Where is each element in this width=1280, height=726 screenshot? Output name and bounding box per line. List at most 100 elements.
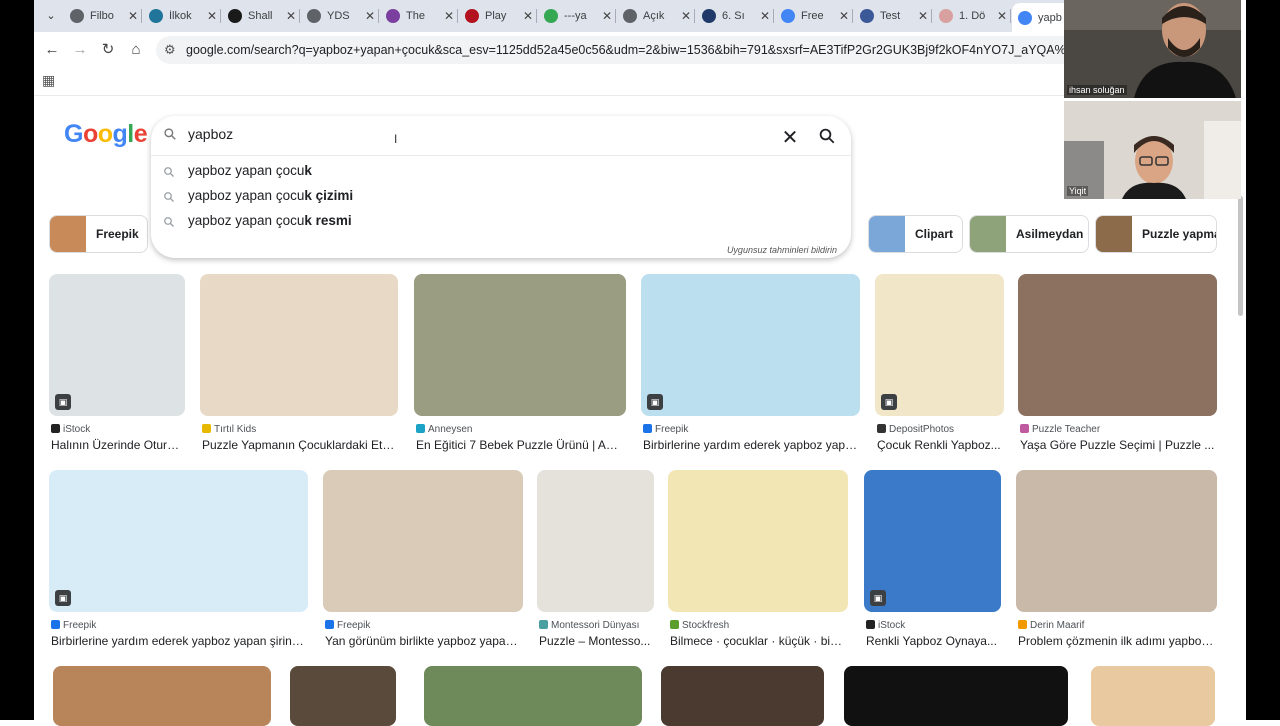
tab-close-icon[interactable]: ✕ xyxy=(916,9,930,23)
result-title[interactable]: Çocuk Renkli Yapboz... xyxy=(877,438,1002,452)
image-result[interactable]: Anneysen En Eğitici 7 Bebek Puzzle Ürünü … xyxy=(414,274,626,452)
search-suggestion[interactable]: yapboz yapan çocuk xyxy=(151,160,851,184)
search-submit-icon[interactable] xyxy=(818,127,836,145)
report-predictions-link[interactable]: Uygunsuz tahminleri bildirin xyxy=(727,245,837,255)
image-result[interactable] xyxy=(1091,666,1215,726)
result-source[interactable]: Freepik xyxy=(325,620,370,631)
filter-chip[interactable]: Asilmeydan xyxy=(969,215,1089,253)
result-title[interactable]: Birbirlerine yardım ederek yapboz yapa..… xyxy=(643,438,858,452)
image-result[interactable]: Derin Maarif Problem çözmenin ilk adımı y… xyxy=(1016,470,1217,648)
google-logo[interactable]: Google xyxy=(64,120,148,149)
tab-close-icon[interactable]: ✕ xyxy=(442,9,456,23)
result-thumbnail[interactable] xyxy=(424,666,642,726)
address-bar[interactable]: ⚙ google.com/search?q=yapboz+yapan+çocuk… xyxy=(156,36,1076,64)
image-result[interactable]: Montessori Dünyası Puzzle – Montesso... xyxy=(537,470,654,648)
image-result[interactable]: Tırtıl Kids Puzzle Yapmanın Çocuklardaki … xyxy=(200,274,398,452)
result-thumbnail[interactable] xyxy=(1018,274,1217,416)
image-result[interactable]: Puzzle Teacher Yaşa Göre Puzzle Seçimi | … xyxy=(1018,274,1217,452)
tab-close-icon[interactable]: ✕ xyxy=(126,9,140,23)
filter-chip[interactable]: Puzzle yapman xyxy=(1095,215,1217,253)
browser-tab[interactable]: İlkok ✕ xyxy=(143,4,221,28)
scrollbar-thumb[interactable] xyxy=(1238,196,1243,316)
tab-close-icon[interactable]: ✕ xyxy=(837,9,851,23)
result-thumbnail[interactable] xyxy=(290,666,396,726)
browser-tab[interactable]: Play ✕ xyxy=(459,4,537,28)
filter-chip[interactable]: Clipart xyxy=(868,215,963,253)
apps-grid-icon[interactable]: ▦ xyxy=(42,72,55,89)
tab-close-icon[interactable]: ✕ xyxy=(205,9,219,23)
result-thumbnail[interactable] xyxy=(641,274,860,416)
browser-tab[interactable]: Free ✕ xyxy=(775,4,853,28)
result-thumbnail[interactable] xyxy=(537,470,654,612)
tab-close-icon[interactable]: ✕ xyxy=(363,9,377,23)
browser-tab[interactable]: Filbo ✕ xyxy=(64,4,142,28)
result-thumbnail[interactable] xyxy=(668,470,848,612)
result-thumbnail[interactable] xyxy=(323,470,523,612)
result-title[interactable]: Bilmece · çocuklar · küçük · bir ... xyxy=(670,634,846,648)
tab-search-chevron-icon[interactable]: ⌄ xyxy=(42,7,60,25)
browser-tab[interactable]: 1. Dö ✕ xyxy=(933,4,1011,28)
image-result[interactable] xyxy=(844,666,1068,726)
result-title[interactable]: En Eğitici 7 Bebek Puzzle Ürünü | Ann... xyxy=(416,438,624,452)
result-source[interactable]: iStock xyxy=(866,620,905,631)
tab-close-icon[interactable]: ✕ xyxy=(600,9,614,23)
search-input[interactable] xyxy=(188,126,748,142)
result-title[interactable]: Renkli Yapboz Oynaya... xyxy=(866,634,999,648)
forward-arrow-icon[interactable]: → xyxy=(70,40,90,60)
result-title[interactable]: Problem çözmenin ilk adımı yapboz... xyxy=(1018,634,1215,648)
result-thumbnail[interactable] xyxy=(49,470,308,612)
browser-tab[interactable]: Test ✕ xyxy=(854,4,932,28)
result-thumbnail[interactable] xyxy=(414,274,626,416)
result-source[interactable]: DepositPhotos xyxy=(877,424,954,435)
tab-close-icon[interactable]: ✕ xyxy=(521,9,535,23)
image-result[interactable]: ▣ Freepik Birbirlerine yardım ederek yapbo… xyxy=(49,470,308,648)
browser-tab[interactable]: 6. Sı ✕ xyxy=(696,4,774,28)
result-source[interactable]: Tırtıl Kids xyxy=(202,424,256,435)
image-result[interactable]: ▣ iStock Renkli Yapboz Oynaya... xyxy=(864,470,1001,648)
clear-search-icon[interactable]: ✕ xyxy=(779,125,801,150)
result-source[interactable]: Derin Maarif xyxy=(1018,620,1084,631)
result-source[interactable]: Anneysen xyxy=(416,424,472,435)
browser-tab[interactable]: Açık ✕ xyxy=(617,4,695,28)
result-title[interactable]: Yaşa Göre Puzzle Seçimi | Puzzle ... xyxy=(1020,438,1215,452)
result-title[interactable]: Puzzle – Montesso... xyxy=(539,634,652,648)
image-result[interactable] xyxy=(661,666,824,726)
filter-chip[interactable]: Freepik xyxy=(49,215,148,253)
home-icon[interactable]: ⌂ xyxy=(126,40,146,60)
result-thumbnail[interactable] xyxy=(200,274,398,416)
tab-close-icon[interactable]: ✕ xyxy=(758,9,772,23)
result-thumbnail[interactable] xyxy=(661,666,824,726)
image-result[interactable] xyxy=(424,666,642,726)
result-source[interactable]: Freepik xyxy=(643,424,688,435)
result-title[interactable]: Yan görünüm birlikte yapboz yapan ... xyxy=(325,634,521,648)
image-result[interactable]: Stockfresh Bilmece · çocuklar · küçük · b… xyxy=(668,470,848,648)
browser-tab[interactable]: YDS ✕ xyxy=(301,4,379,28)
result-title[interactable]: Birbirlerine yardım ederek yapboz yapan … xyxy=(51,634,306,648)
result-thumbnail[interactable] xyxy=(844,666,1068,726)
tab-close-icon[interactable]: ✕ xyxy=(679,9,693,23)
result-source[interactable]: Freepik xyxy=(51,620,96,631)
image-result[interactable] xyxy=(290,666,396,726)
result-source[interactable]: Stockfresh xyxy=(670,620,729,631)
url-text[interactable]: google.com/search?q=yapboz+yapan+çocuk&s… xyxy=(186,43,1066,57)
site-settings-icon[interactable]: ⚙ xyxy=(164,42,176,58)
image-result[interactable]: Freepik Yan görünüm birlikte yapboz yapan… xyxy=(323,470,523,648)
search-suggestion[interactable]: yapboz yapan çocuk resmi xyxy=(151,210,851,234)
result-thumbnail[interactable] xyxy=(53,666,271,726)
browser-tab[interactable]: ---ya ✕ xyxy=(538,4,616,28)
result-source[interactable]: iStock xyxy=(51,424,90,435)
result-title[interactable]: Halının Üzerinde Otura... xyxy=(51,438,183,452)
browser-tab[interactable]: Shall ✕ xyxy=(222,4,300,28)
result-thumbnail[interactable] xyxy=(1091,666,1215,726)
result-thumbnail[interactable] xyxy=(1016,470,1217,612)
browser-tab[interactable]: The ✕ xyxy=(380,4,458,28)
tab-close-icon[interactable]: ✕ xyxy=(284,9,298,23)
tab-close-icon[interactable]: ✕ xyxy=(995,9,1009,23)
back-arrow-icon[interactable]: ← xyxy=(42,40,62,60)
image-result[interactable] xyxy=(53,666,271,726)
search-suggestion[interactable]: yapboz yapan çocuk çizimi xyxy=(151,185,851,209)
result-source[interactable]: Puzzle Teacher xyxy=(1020,424,1100,435)
result-source[interactable]: Montessori Dünyası xyxy=(539,620,639,631)
image-result[interactable]: ▣ iStock Halının Üzerinde Otura... xyxy=(49,274,185,452)
image-result[interactable]: ▣ Freepik Birbirlerine yardım ederek yapbo… xyxy=(641,274,860,452)
